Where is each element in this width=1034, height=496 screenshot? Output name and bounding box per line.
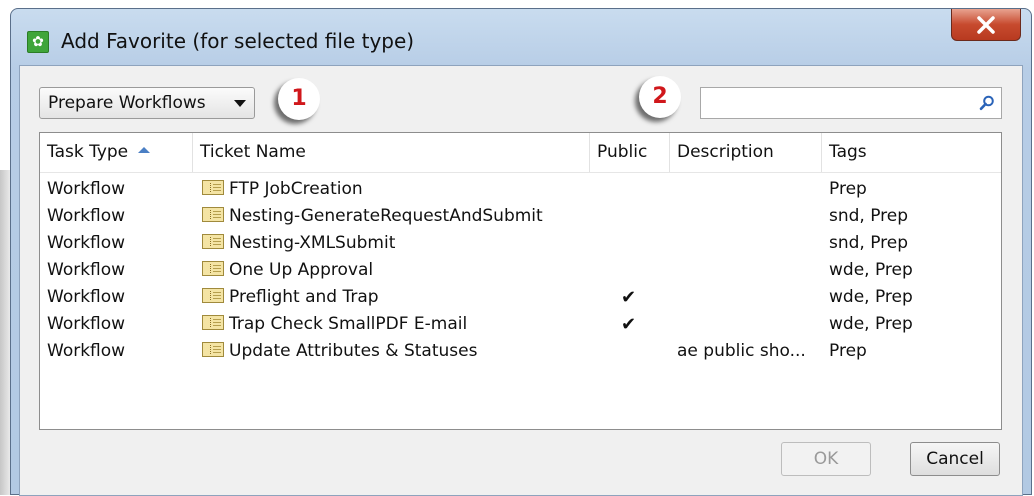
- background-window-edge: [0, 170, 10, 495]
- table-row[interactable]: Workflow FTP JobCreation Prep: [40, 176, 1001, 203]
- cancel-button[interactable]: Cancel: [910, 442, 1000, 476]
- public-checkmark: ✔: [621, 314, 637, 335]
- favorites-table: Task Type Ticket Name Public Description…: [39, 132, 1002, 430]
- task-type-cell: Workflow: [47, 179, 126, 199]
- column-label: Public: [597, 142, 648, 162]
- ticket-name-cell: Nesting-GenerateRequestAndSubmit: [202, 203, 543, 230]
- ticket-icon: [202, 341, 224, 357]
- add-favorite-dialog: ✿ Add Favorite (for selected file type) …: [10, 8, 1032, 496]
- callout-badge-2: 2: [639, 76, 681, 118]
- column-header-ticket-name[interactable]: Ticket Name: [193, 133, 590, 172]
- table-row[interactable]: Workflow Nesting-XMLSubmit snd, Prep: [40, 230, 1001, 257]
- table-row[interactable]: Workflow Nesting-GenerateRequestAndSubmi…: [40, 203, 1001, 230]
- tags-cell: Prep: [829, 179, 867, 199]
- callout-badge-1: 1: [278, 78, 320, 120]
- tags-cell: wde, Prep: [829, 260, 913, 280]
- search-input[interactable]: [707, 89, 981, 119]
- sort-ascending-icon: [138, 147, 151, 153]
- search-box[interactable]: [700, 87, 1002, 119]
- column-header-description[interactable]: Description: [670, 133, 822, 172]
- task-type-cell: Workflow: [47, 341, 126, 361]
- table-row[interactable]: Workflow Update Attributes & Statuses ae…: [40, 338, 1001, 365]
- dropdown-value: Prepare Workflows: [48, 93, 206, 113]
- search-icon[interactable]: [979, 95, 995, 111]
- task-type-cell: Workflow: [47, 314, 126, 334]
- ok-button[interactable]: OK: [781, 442, 871, 476]
- ticket-name-cell: Nesting-XMLSubmit: [202, 230, 395, 257]
- tags-cell: wde, Prep: [829, 287, 913, 307]
- table-header: Task Type Ticket Name Public Description…: [40, 133, 1001, 173]
- column-label: Task Type: [47, 142, 129, 162]
- close-button[interactable]: [951, 9, 1021, 41]
- task-type-cell: Workflow: [47, 287, 126, 307]
- ticket-name-cell: Trap Check SmallPDF E-mail: [202, 311, 467, 338]
- ticket-name-text: Update Attributes & Statuses: [229, 341, 478, 361]
- table-row[interactable]: Workflow Trap Check SmallPDF E-mail ✔ wd…: [40, 311, 1001, 338]
- ticket-name-text: Nesting-XMLSubmit: [229, 233, 396, 253]
- column-header-tags[interactable]: Tags: [822, 133, 1001, 172]
- dialog-title: Add Favorite (for selected file type): [61, 29, 415, 53]
- ticket-name-text: Preflight and Trap: [229, 287, 379, 307]
- ticket-name-text: Nesting-GenerateRequestAndSubmit: [229, 206, 543, 226]
- gear-icon: ✿: [27, 31, 49, 53]
- tags-cell: Prep: [829, 341, 867, 361]
- close-icon: [977, 16, 995, 34]
- public-checkmark: ✔: [621, 287, 637, 308]
- ticket-icon: [202, 233, 224, 249]
- workflow-category-dropdown[interactable]: Prepare Workflows: [39, 87, 255, 119]
- ticket-name-cell: One Up Approval: [202, 257, 373, 284]
- table-row[interactable]: Workflow Preflight and Trap ✔ wde, Prep: [40, 284, 1001, 311]
- ticket-name-cell: Update Attributes & Statuses: [202, 338, 477, 365]
- column-header-public[interactable]: Public: [590, 133, 670, 172]
- ticket-icon: [202, 179, 224, 195]
- column-label: Description: [677, 142, 774, 162]
- ticket-name-text: One Up Approval: [229, 260, 374, 280]
- task-type-cell: Workflow: [47, 206, 126, 226]
- tags-cell: wde, Prep: [829, 314, 913, 334]
- ticket-icon: [202, 314, 224, 330]
- task-type-cell: Workflow: [47, 233, 126, 253]
- title-bar: ✿ Add Favorite (for selected file type): [11, 9, 1031, 65]
- tags-cell: snd, Prep: [829, 206, 909, 226]
- ticket-name-text: FTP JobCreation: [229, 179, 363, 199]
- task-type-cell: Workflow: [47, 260, 126, 280]
- chevron-down-icon: [234, 100, 246, 107]
- ticket-icon: [202, 206, 224, 222]
- column-header-task-type[interactable]: Task Type: [40, 133, 193, 172]
- table-row[interactable]: Workflow One Up Approval wde, Prep: [40, 257, 1001, 284]
- ticket-name-cell: Preflight and Trap: [202, 284, 379, 311]
- tags-cell: snd, Prep: [829, 233, 909, 253]
- description-cell: ae public sho...: [677, 341, 806, 361]
- ticket-name-cell: FTP JobCreation: [202, 176, 363, 203]
- dialog-body: Prepare Workflows 1 2 Task Type Ticket N…: [19, 65, 1023, 496]
- ticket-icon: [202, 287, 224, 303]
- column-label: Ticket Name: [200, 142, 306, 162]
- ticket-icon: [202, 260, 224, 276]
- column-label: Tags: [829, 142, 867, 162]
- ticket-name-text: Trap Check SmallPDF E-mail: [229, 314, 468, 334]
